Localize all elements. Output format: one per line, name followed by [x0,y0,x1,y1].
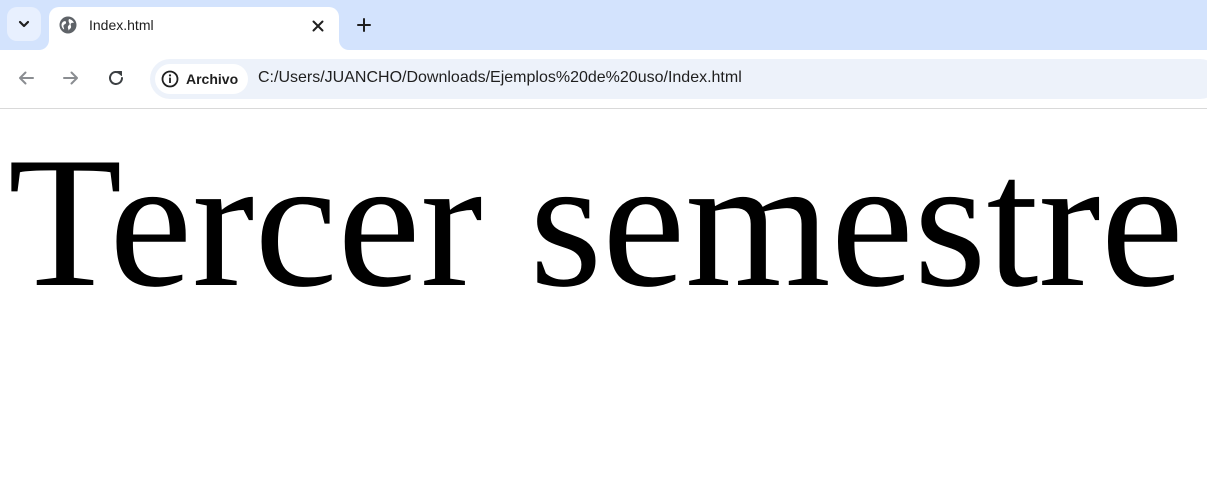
close-icon [312,20,324,32]
arrow-left-icon [19,71,34,85]
plus-icon [357,18,371,32]
tab-title: Index.html [89,17,154,33]
page-content: Tercer semestre [0,109,1207,482]
tab-strip: Index.html [0,0,1207,50]
chevron-down-icon [18,20,30,28]
url-text[interactable]: C:/Users/JUANCHO/Downloads/Ejemplos%20de… [258,69,742,87]
globe-icon [59,16,77,34]
back-button[interactable] [13,65,39,91]
browser-toolbar: Archivo C:/Users/JUANCHO/Downloads/Ejemp… [0,50,1207,109]
forward-button[interactable] [58,65,84,91]
site-chip-label: Archivo [186,71,239,87]
tab-search-button[interactable] [7,7,41,41]
tab-active[interactable]: Index.html [49,7,339,50]
reload-icon [109,71,123,85]
info-icon [161,70,179,88]
tab-close-button[interactable] [308,16,328,36]
arrow-right-icon [63,71,78,85]
new-tab-button[interactable] [352,13,376,37]
reload-button[interactable] [103,65,129,91]
site-info-chip[interactable]: Archivo [155,64,249,94]
address-bar[interactable]: Archivo C:/Users/JUANCHO/Downloads/Ejemp… [150,59,1207,99]
page-heading: Tercer semestre [8,119,1184,326]
